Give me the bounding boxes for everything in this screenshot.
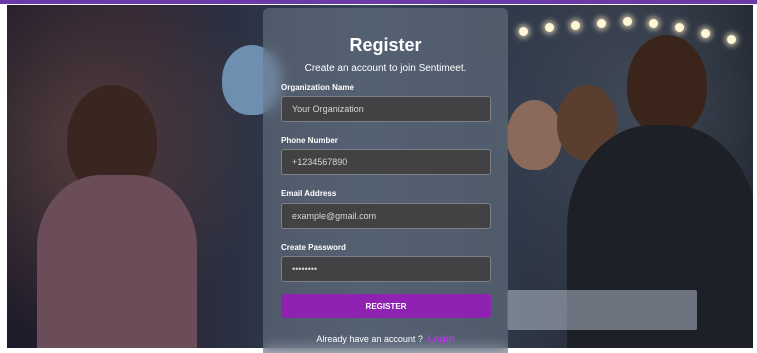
- light-bulb: [701, 29, 710, 38]
- light-bulb: [649, 19, 658, 28]
- table-surface: [507, 290, 697, 330]
- page: Register Create an account to join Senti…: [0, 0, 757, 353]
- light-bulb: [675, 23, 684, 32]
- register-card: Register Create an account to join Senti…: [263, 8, 508, 353]
- organization-name-label: Organization Name: [281, 83, 354, 92]
- page-title: Register: [349, 35, 422, 55]
- person-body: [37, 175, 197, 348]
- phone-number-input[interactable]: +1234567890: [281, 149, 491, 175]
- login-prompt-text: Already have an account ?: [316, 334, 423, 344]
- light-bulb: [623, 17, 632, 26]
- top-accent-bar: [0, 0, 757, 4]
- light-bulb: [545, 23, 554, 32]
- email-address-input[interactable]: example@gmail.com: [281, 203, 491, 229]
- email-address-label: Email Address: [281, 189, 337, 198]
- organization-name-input[interactable]: Your Organization: [281, 96, 491, 122]
- login-link[interactable]: Login: [427, 334, 454, 345]
- person-silhouette: [627, 35, 707, 135]
- phone-number-label: Phone Number: [281, 136, 338, 145]
- light-bulb: [571, 21, 580, 30]
- string-lights: [507, 13, 747, 73]
- subtitle: Create an account to join Sentimeet.: [304, 63, 467, 74]
- light-bulb: [597, 19, 606, 28]
- light-bulb: [519, 27, 528, 36]
- register-button[interactable]: REGISTER: [281, 294, 491, 318]
- create-password-label: Create Password: [281, 243, 346, 252]
- create-password-input[interactable]: ••••••••: [281, 256, 491, 282]
- light-bulb: [727, 35, 736, 44]
- login-prompt: Already have an account ? Login: [263, 334, 508, 345]
- person-silhouette: [507, 100, 562, 170]
